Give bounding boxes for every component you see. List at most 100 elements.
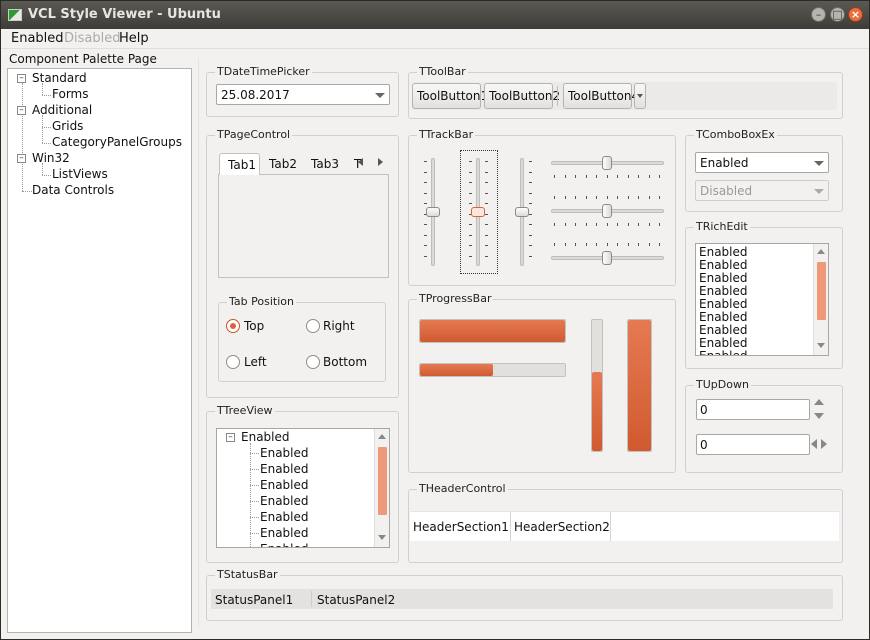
tree-item-data-controls[interactable]: Data Controls	[32, 183, 114, 197]
collapse-icon[interactable]: –	[17, 74, 26, 83]
trackbar-tick	[659, 223, 660, 226]
richedit-scrollbar[interactable]	[813, 244, 828, 355]
tree-item-additional[interactable]: Additional	[32, 103, 92, 117]
tabposition-caption: Tab Position	[227, 295, 296, 308]
toolbar-dropdown-button[interactable]	[634, 83, 646, 109]
spin-left-icon[interactable]	[811, 439, 817, 449]
collapse-icon[interactable]: –	[17, 154, 26, 163]
palette-tree[interactable]: – Standard Forms – Additional Grids Cate…	[7, 68, 192, 633]
spin-up-icon[interactable]	[814, 399, 824, 405]
updown-edit-1[interactable]: 0	[696, 399, 810, 420]
trackbar-tick	[564, 175, 566, 178]
comboboxex-enabled[interactable]: Enabled	[695, 152, 829, 173]
trackbar-tick	[596, 175, 597, 178]
radio-bottom[interactable]	[306, 355, 320, 369]
trackbar-tick	[529, 255, 532, 257]
progressbar-caption: TProgressBar	[417, 292, 494, 305]
dropdown-arrow-icon	[814, 189, 824, 194]
trackbar-horizontal-thumb[interactable]	[602, 204, 612, 218]
trackbar-tick	[424, 224, 427, 225]
progressbar-vertical-1	[591, 319, 603, 452]
spin-right-icon[interactable]	[821, 439, 827, 449]
trackbar-vertical-thumb[interactable]	[515, 207, 529, 217]
header-section-2[interactable]: HeaderSection2	[511, 512, 611, 541]
scroll-up-icon[interactable]	[817, 249, 825, 254]
richedit-line: Enabled	[699, 323, 748, 337]
trackbar-tick	[585, 196, 587, 199]
radio-right[interactable]	[306, 319, 320, 333]
pagecontrol-caption: TPageControl	[215, 128, 293, 141]
close-button[interactable]: ×	[848, 7, 863, 22]
tab-2[interactable]: Tab2	[261, 153, 305, 175]
trackbar-tick	[424, 255, 427, 257]
collapse-icon[interactable]: –	[226, 433, 235, 442]
trackbar-vertical-thumb[interactable]	[426, 207, 440, 217]
trackbar-tick	[529, 234, 532, 236]
tree-item-listviews[interactable]: ListViews	[52, 167, 108, 181]
tab-scroll-left-icon[interactable]	[358, 158, 363, 166]
tab-3[interactable]: Tab3	[303, 153, 347, 175]
toolbar-caption: TToolBar	[417, 65, 468, 78]
toolbutton-4[interactable]: ToolButton4	[563, 83, 639, 109]
trackbar-tick	[529, 213, 532, 215]
trackbar-tick	[638, 243, 639, 246]
radio-top[interactable]	[226, 319, 240, 333]
tree-item-grids[interactable]: Grids	[52, 119, 83, 133]
tree-item-win32[interactable]: Win32	[32, 151, 70, 165]
richedit-line: Enabled	[699, 271, 748, 285]
status-panel-1: StatusPanel1	[215, 593, 294, 607]
menu-enabled[interactable]: Enabled	[11, 31, 64, 46]
richedit-memo[interactable]: Enabled Enabled Enabled Enabled Enabled Enabl…	[695, 243, 829, 356]
menu-help[interactable]: Help	[119, 31, 149, 46]
treeview-scrollbar[interactable]	[374, 429, 389, 547]
trackbar-tick	[424, 234, 427, 236]
treeview-item[interactable]: Enabled	[260, 446, 309, 460]
treeview-item[interactable]: Enabled	[260, 526, 309, 540]
header-section-1[interactable]: HeaderSection1	[410, 512, 511, 541]
treeview-item[interactable]: Enabled	[260, 478, 309, 492]
trackbar-tick	[575, 175, 576, 178]
scroll-thumb[interactable]	[378, 447, 387, 515]
treeview-root[interactable]: Enabled	[241, 430, 290, 444]
scroll-down-icon[interactable]	[817, 343, 825, 348]
maximize-button[interactable]: □	[830, 7, 845, 22]
headercontrol-caption: THeaderControl	[417, 482, 508, 495]
progressbar-horizontal-1	[419, 319, 566, 343]
comboboxex-caption: TComboBoxEx	[694, 128, 777, 141]
trackbar-tick	[424, 171, 427, 173]
tree-item-standard[interactable]: Standard	[32, 71, 87, 85]
toolbutton-2[interactable]: ToolButton2	[484, 83, 560, 109]
trackbar-tick	[638, 175, 639, 178]
tab-1[interactable]: Tab1	[219, 153, 260, 175]
progress-fill	[592, 372, 602, 451]
scroll-up-icon[interactable]	[378, 434, 386, 439]
trackbar-tick	[529, 203, 532, 204]
trackbar-tick	[659, 243, 660, 246]
treeview-item[interactable]: Enabled	[260, 462, 309, 476]
trackbar-horizontal-thumb[interactable]	[602, 156, 612, 170]
collapse-icon[interactable]: –	[17, 106, 26, 115]
treeview-item[interactable]: Enabled	[260, 494, 309, 508]
trackbar-tick	[596, 196, 597, 199]
date-picker[interactable]: 25.08.2017	[216, 84, 390, 105]
trackbar-tick	[424, 192, 427, 194]
updown-edit-2[interactable]: 0	[696, 434, 810, 455]
title-bar[interactable]: VCL Style Viewer - Ubuntu – □ ×	[1, 1, 869, 29]
radio-left[interactable]	[226, 355, 240, 369]
treeview-item[interactable]: Enabled	[260, 510, 309, 524]
comboboxex-enabled-value: Enabled	[700, 156, 749, 170]
scroll-down-icon[interactable]	[378, 535, 386, 540]
spin-down-icon[interactable]	[814, 413, 824, 419]
trackbar-horizontal-thumb[interactable]	[602, 251, 612, 265]
treeview[interactable]: – Enabled Enabled Enabled Enabled Enabled En…	[216, 428, 390, 548]
tree-item-forms[interactable]: Forms	[52, 87, 88, 101]
datetimepicker-caption: TDateTimePicker	[215, 65, 312, 78]
tab-scroll-right-icon[interactable]	[378, 158, 383, 166]
tree-item-categorypanelgroups[interactable]: CategoryPanelGroups	[52, 135, 182, 149]
treeview-item[interactable]: Enabled	[260, 542, 309, 547]
minimize-button[interactable]: –	[811, 7, 826, 22]
toolbutton-1[interactable]: ToolButton1	[412, 83, 488, 109]
scroll-thumb[interactable]	[817, 262, 826, 320]
radio-bottom-label: Bottom	[323, 355, 368, 369]
chevron-down-icon	[637, 94, 643, 98]
